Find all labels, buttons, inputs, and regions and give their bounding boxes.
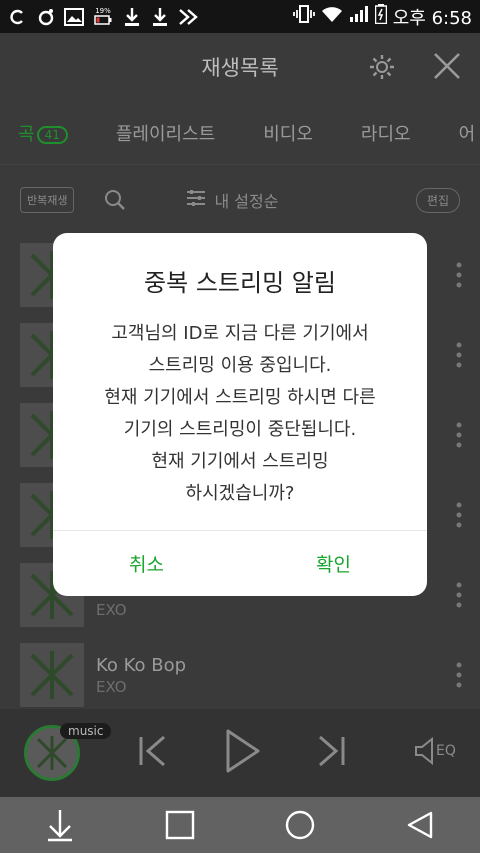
previous-icon[interactable] [138,735,168,771]
play-icon[interactable] [222,727,262,779]
close-icon[interactable] [432,51,462,81]
dialog-title: 중복 스트리밍 알림 [144,269,336,297]
status-bar: 19% 오후 6:58 [0,0,480,33]
notification-pull-icon[interactable] [40,805,80,845]
navigation-bar [0,797,480,853]
dialog-message-line: 기기의 스트리밍이 중단됩니다. [123,419,357,440]
battery-saver-icon: 19% [92,7,114,27]
more-vert-icon[interactable] [456,501,462,529]
edit-button[interactable]: 편집 [415,187,460,213]
download-icon-2 [150,7,170,27]
settings-notification-icon [36,7,56,27]
more-vert-icon[interactable] [456,421,462,449]
next-icon[interactable] [316,735,346,771]
tab-video[interactable]: 비디오 [263,120,313,146]
dialog-message-line: 하시겠습니까? [185,483,295,504]
battery-percent-small: 19% [95,7,111,15]
dialog-message: 고객님의 ID로 지금 다른 기기에서 스트리밍 이용 중입니다. 현재 기기에… [53,318,427,510]
search-icon[interactable] [104,189,126,211]
app-header: 재생목록 [0,33,480,101]
cancel-button[interactable]: 취소 [53,531,240,596]
signal-icon [349,5,369,28]
more-vert-icon[interactable] [456,341,462,369]
tab-songs[interactable]: 곡 41 [18,120,68,146]
tab-radio[interactable]: 라디오 [361,120,411,146]
tab-bar: 곡 41 플레이리스트 비디오 라디오 어 [0,101,480,165]
eq-button[interactable]: EQ [414,736,456,766]
battery-icon [374,4,387,29]
dialog-message-line: 고객님의 ID로 지금 다른 기기에서 [111,323,369,344]
music-badge: music [60,723,112,739]
track-artist: EXO [96,601,127,619]
tab-songs-label: 곡 [18,123,35,145]
gallery-icon [64,7,84,27]
list-item[interactable]: Ko Ko Bop EXO [0,635,480,715]
sort-label: 내 설정순 [214,192,279,211]
status-time: 오후 6:58 [392,7,472,29]
back-icon[interactable] [400,805,440,845]
wifi-icon [321,5,343,28]
eq-label: EQ [436,743,456,759]
confirm-button[interactable]: 확인 [240,531,427,596]
repeat-button[interactable]: 반복재생 [20,187,75,213]
vibrate-icon [292,5,315,28]
home-icon[interactable] [280,805,320,845]
tab-more[interactable]: 어 [459,120,476,146]
more-vert-icon[interactable] [456,261,462,289]
recents-icon[interactable] [160,805,200,845]
album-art [20,643,84,707]
duplicate-streaming-dialog: 중복 스트리밍 알림 고객님의 ID로 지금 다른 기기에서 스트리밍 이용 중… [53,233,427,596]
melon-check-icon [178,7,198,27]
sort-button[interactable]: 내 설정순 [186,188,278,212]
app-notification-icon [8,7,28,27]
dialog-message-line: 스트리밍 이용 중입니다. [148,355,332,376]
mini-player: music EQ [0,709,480,797]
list-toolbar: 반복재생 내 설정순 편집 [0,165,480,235]
gear-icon[interactable] [368,53,396,81]
dialog-actions: 취소 확인 [53,531,427,596]
more-vert-icon[interactable] [456,661,462,689]
sort-icon [186,189,206,211]
tab-songs-count: 41 [36,125,68,144]
download-icon [122,7,142,27]
tab-playlist[interactable]: 플레이리스트 [116,120,215,146]
more-vert-icon[interactable] [456,581,462,609]
track-title: Ko Ko Bop [96,654,187,676]
page-title: 재생목록 [201,56,279,80]
dialog-message-line: 현재 기기에서 스트리밍 [151,451,329,472]
dialog-message-line: 현재 기기에서 스트리밍 하시면 다른 [104,387,376,408]
track-artist: EXO [96,677,127,696]
